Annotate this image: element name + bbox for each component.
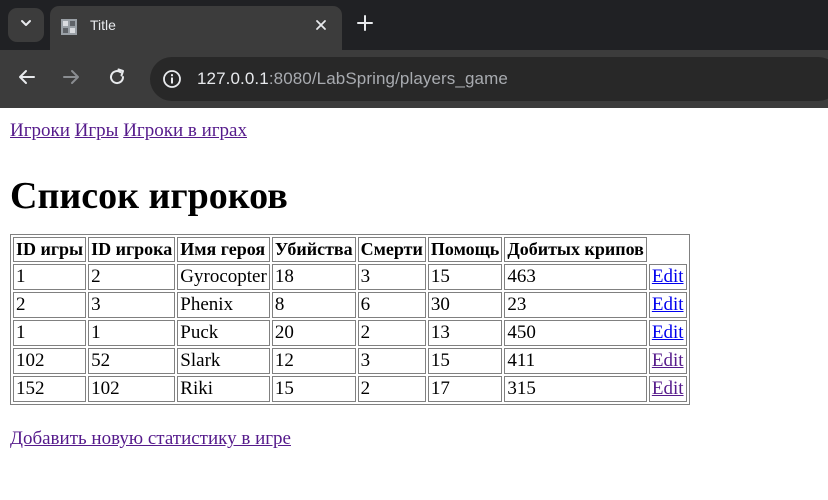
site-info-icon[interactable] <box>162 69 182 89</box>
column-header-actions <box>649 237 687 262</box>
address-bar[interactable]: 127.0.0.1:8080/LabSpring/players_game <box>150 57 828 101</box>
table-row: 152 102 Riki 15 2 17 315 Edit <box>13 376 687 402</box>
cell-deaths: 6 <box>357 292 426 318</box>
nav-link-players-in-games[interactable]: Игроки в играх <box>123 120 247 141</box>
plus-icon <box>357 14 373 36</box>
browser-toolbar: 127.0.0.1:8080/LabSpring/players_game <box>0 50 828 108</box>
nav-link-games[interactable]: Игры <box>75 120 119 141</box>
cell-deaths: 2 <box>357 376 426 402</box>
cell-game-id: 2 <box>13 292 87 318</box>
cell-action: Edit <box>648 264 687 290</box>
cell-kills: 8 <box>271 292 356 318</box>
top-navigation: Игроки Игры Игроки в играх <box>10 119 818 143</box>
column-header-assists: Помощь <box>427 237 503 262</box>
back-button[interactable] <box>15 67 39 91</box>
cell-deaths: 3 <box>357 264 426 290</box>
cell-player-id: 52 <box>88 348 176 374</box>
cell-game-id: 1 <box>13 320 87 346</box>
cell-last-hits: 23 <box>504 292 647 318</box>
players-stats-table: ID игры ID игрока Имя героя Убийства Сме… <box>10 234 690 405</box>
cell-game-id: 1 <box>13 264 87 290</box>
cell-last-hits: 315 <box>504 376 647 402</box>
favicon-icon <box>60 18 78 36</box>
url-text: 127.0.0.1:8080/LabSpring/players_game <box>197 69 508 89</box>
cell-last-hits: 463 <box>504 264 647 290</box>
cell-assists: 30 <box>427 292 503 318</box>
cell-action: Edit <box>648 292 687 318</box>
table-row: 1 2 Gyrocopter 18 3 15 463 Edit <box>13 264 687 290</box>
url-path: :8080/LabSpring/players_game <box>268 69 508 88</box>
tab-title: Title <box>90 17 116 33</box>
cell-hero-name: Riki <box>177 376 270 402</box>
reload-icon <box>107 67 127 92</box>
new-tab-button[interactable] <box>354 14 376 36</box>
edit-link[interactable]: Edit <box>652 322 684 343</box>
cell-assists: 17 <box>427 376 503 402</box>
add-link-container: Добавить новую статистику в игре <box>10 427 818 451</box>
cell-player-id: 102 <box>88 376 176 402</box>
add-game-stats-link[interactable]: Добавить новую статистику в игре <box>10 428 291 449</box>
page-title: Список игроков <box>10 175 288 217</box>
cell-deaths: 3 <box>357 348 426 374</box>
page-content: Игроки Игры Игроки в играх Список игроко… <box>0 119 828 451</box>
edit-link[interactable]: Edit <box>652 350 684 371</box>
cell-player-id: 2 <box>88 264 176 290</box>
cell-kills: 18 <box>271 264 356 290</box>
cell-hero-name: Slark <box>177 348 270 374</box>
column-header-game-id: ID игры <box>13 237 87 262</box>
column-header-deaths: Смерти <box>357 237 426 262</box>
cell-hero-name: Gyrocopter <box>177 264 270 290</box>
url-host: 127.0.0.1 <box>197 69 269 88</box>
arrow-left-icon <box>17 67 37 92</box>
table-row: 1 1 Puck 20 2 13 450 Edit <box>13 320 687 346</box>
cell-last-hits: 411 <box>504 348 647 374</box>
column-header-last-hits: Добитых крипов <box>504 237 647 262</box>
cell-kills: 15 <box>271 376 356 402</box>
cell-action: Edit <box>648 348 687 374</box>
browser-tabstrip: Title <box>0 0 828 50</box>
cell-player-id: 3 <box>88 292 176 318</box>
cell-assists: 13 <box>427 320 503 346</box>
edit-link[interactable]: Edit <box>652 266 684 287</box>
cell-game-id: 152 <box>13 376 87 402</box>
column-header-player-id: ID игрока <box>88 237 176 262</box>
chevron-down-icon <box>19 16 33 35</box>
column-header-kills: Убийства <box>271 237 356 262</box>
table-row: 102 52 Slark 12 3 15 411 Edit <box>13 348 687 374</box>
reload-button[interactable] <box>105 67 129 91</box>
edit-link[interactable]: Edit <box>652 294 684 315</box>
cell-player-id: 1 <box>88 320 176 346</box>
cell-last-hits: 450 <box>504 320 647 346</box>
cell-assists: 15 <box>427 264 503 290</box>
cell-kills: 20 <box>271 320 356 346</box>
tab-search-button[interactable] <box>8 8 44 42</box>
cell-hero-name: Puck <box>177 320 270 346</box>
nav-link-players[interactable]: Игроки <box>10 120 70 141</box>
close-icon[interactable] <box>312 16 330 34</box>
cell-action: Edit <box>648 376 687 402</box>
cell-hero-name: Phenix <box>177 292 270 318</box>
table-header-row: ID игры ID игрока Имя героя Убийства Сме… <box>13 237 687 262</box>
forward-button[interactable] <box>59 67 83 91</box>
browser-tab-active[interactable]: Title <box>50 6 342 50</box>
cell-game-id: 102 <box>13 348 87 374</box>
cell-action: Edit <box>648 320 687 346</box>
cell-assists: 15 <box>427 348 503 374</box>
arrow-right-icon <box>61 67 81 92</box>
table-row: 2 3 Phenix 8 6 30 23 Edit <box>13 292 687 318</box>
cell-deaths: 2 <box>357 320 426 346</box>
cell-kills: 12 <box>271 348 356 374</box>
column-header-hero-name: Имя героя <box>177 237 270 262</box>
edit-link[interactable]: Edit <box>652 378 684 399</box>
